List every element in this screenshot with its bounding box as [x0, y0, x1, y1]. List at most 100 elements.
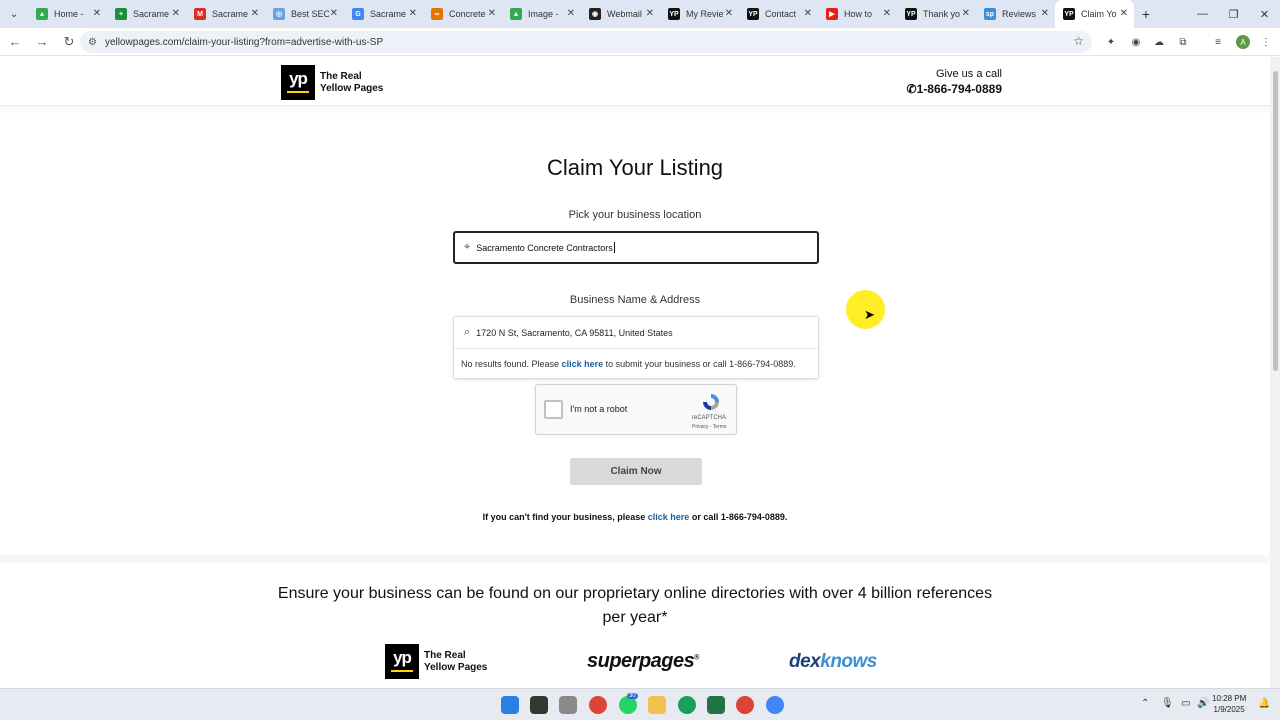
start-icon[interactable]	[501, 696, 519, 714]
browser-tab[interactable]: YP My Revie ✕	[660, 0, 739, 28]
site-info-icon[interactable]: ⚙	[88, 37, 97, 48]
close-icon[interactable]: ✕	[725, 8, 733, 19]
call-phone[interactable]: ✆1-866-794-0889	[907, 82, 1002, 96]
notification-bell-icon[interactable]: 🔔	[1258, 698, 1270, 709]
close-icon[interactable]: ✕	[646, 8, 654, 19]
tab-label: Thank yo	[923, 9, 961, 19]
site-header: yp The Real Yellow Pages Give us a call …	[0, 57, 1270, 106]
recaptcha-checkbox[interactable]	[544, 400, 563, 419]
browser-tab[interactable]: M Sacrame ✕	[186, 0, 265, 28]
chrome-icon[interactable]	[589, 696, 607, 714]
close-icon[interactable]: ✕	[962, 8, 970, 19]
close-icon[interactable]: ✕	[804, 8, 812, 19]
dexknows-logo: dexknows	[789, 651, 877, 673]
tab-favicon-icon: M	[194, 8, 206, 20]
close-icon[interactable]: ✕	[93, 8, 101, 19]
close-icon[interactable]: ✕	[1120, 8, 1128, 19]
chrome-profile-icon[interactable]	[678, 696, 696, 714]
browser-tab[interactable]: YP Thank yo ✕	[897, 0, 976, 28]
page-scrollbar[interactable]	[1270, 57, 1280, 688]
back-icon[interactable]: ←	[3, 30, 27, 54]
close-icon[interactable]: ✕	[172, 8, 180, 19]
chrome-profile-icon[interactable]	[766, 696, 784, 714]
tray-chevron-icon[interactable]: ⌃	[1141, 698, 1149, 709]
close-icon[interactable]: ✕	[330, 8, 338, 19]
microphone-icon[interactable]: 🎙	[1161, 698, 1174, 709]
restore-icon[interactable]: ❐	[1218, 0, 1249, 28]
extension-icon[interactable]: ◉	[1128, 34, 1144, 50]
volume-icon[interactable]: 🔊	[1197, 698, 1209, 709]
close-icon[interactable]: ✕	[488, 8, 496, 19]
tab-label: How to	[844, 9, 873, 19]
location-label: Pick your business location	[568, 209, 702, 221]
tab-menu-icon[interactable]: ⌄	[0, 0, 28, 28]
excel-icon[interactable]	[707, 696, 725, 714]
browser-tab[interactable]: ▶ How to ✕	[818, 0, 897, 28]
location-input[interactable]: ⌖ Sacramento Concrete Contractors	[453, 231, 819, 264]
reload-icon[interactable]: ↻	[57, 30, 81, 54]
claim-now-button[interactable]: Claim Now	[570, 458, 702, 485]
browser-tab[interactable]: G Sacrame ✕	[344, 0, 423, 28]
location-value: Sacramento Concrete Contractors	[476, 242, 613, 253]
close-icon[interactable]: ✕	[1041, 8, 1049, 19]
chrome-profile-icon[interactable]	[736, 696, 754, 714]
tab-label: Claim Yo	[1081, 9, 1117, 19]
business-label: Business Name & Address	[569, 294, 701, 306]
recaptcha-privacy-terms[interactable]: Privacy - Terms	[692, 424, 726, 430]
whatsapp-badge: 30	[627, 693, 638, 699]
browser-tab[interactable]: YP Claim Yo ✕	[1055, 0, 1134, 28]
tab-label: Sacrame	[212, 9, 249, 19]
browser-tab[interactable]: ▲ Image - ✕	[502, 0, 581, 28]
close-icon[interactable]: ✕	[567, 8, 575, 19]
star-icon[interactable]: ☆	[1073, 34, 1084, 48]
mouse-cursor-icon: ➤	[864, 307, 875, 322]
tab-list: ▲ Home - ✕ + Sacrame ✕ M Sacrame ✕ ◎ Best SEO ✕ G Sa…	[28, 0, 1134, 28]
cant-find-prefix: If you can't find your business, please	[482, 512, 646, 522]
tab-favicon-icon: YP	[668, 8, 680, 20]
close-icon[interactable]: ✕	[409, 8, 417, 19]
text-caret	[613, 242, 615, 253]
browser-tab[interactable]: sp Reviews ✕	[976, 0, 1055, 28]
avatar[interactable]: A	[1236, 35, 1250, 49]
tab-label: Concrete	[449, 9, 486, 19]
forward-icon[interactable]: →	[30, 30, 54, 54]
yp-logo2-line2: Yellow Pages	[424, 661, 488, 673]
browser-tab[interactable]: ◎ Best SEO ✕	[265, 0, 344, 28]
submit-business-link[interactable]: click here	[562, 359, 604, 369]
close-icon[interactable]: ✕	[251, 8, 259, 19]
menu-kebab-icon[interactable]: ⋮	[1258, 34, 1274, 50]
browser-tab-strip: ⌄ ▲ Home - ✕ + Sacrame ✕ M Sacrame ✕ ◎ Best SEO ✕ G…	[0, 0, 1280, 28]
address-bar[interactable]: ⚙ yellowpages.com/claim-your-listing?fro…	[80, 31, 1092, 53]
network-icon[interactable]: ▭	[1181, 698, 1190, 709]
close-window-icon[interactable]: ✕	[1249, 0, 1280, 28]
app-icon[interactable]	[530, 696, 548, 714]
browser-tab[interactable]: ▲ Home - ✕	[28, 0, 107, 28]
extension-icon[interactable]: ☁	[1151, 34, 1167, 50]
extension-icon[interactable]: ✦	[1103, 34, 1119, 50]
section-divider	[0, 555, 1270, 563]
tab-label: Sacrame	[370, 9, 407, 19]
minimize-icon[interactable]: —	[1187, 0, 1218, 28]
header-shadow	[0, 106, 1270, 113]
yp-logo[interactable]: yp The Real Yellow Pages	[281, 65, 383, 100]
browser-tab[interactable]: + Sacrame ✕	[107, 0, 186, 28]
close-icon[interactable]: ✕	[883, 8, 891, 19]
browser-tab[interactable]: ◉ Webmail ✕	[581, 0, 660, 28]
media-icon[interactable]: ≡	[1210, 34, 1226, 50]
business-input[interactable]: ⌕ 1720 N St, Sacramento, CA 95811, Unite…	[454, 317, 818, 349]
scrollbar-thumb[interactable]	[1273, 71, 1278, 371]
tab-label: Best SEO	[291, 9, 329, 19]
system-clock[interactable]: 10:28 PM 1/9/2025	[1212, 693, 1246, 715]
extensions-puzzle-icon[interactable]: ⧉	[1175, 34, 1191, 50]
cant-find-link[interactable]: click here	[648, 512, 690, 522]
file-explorer-icon[interactable]	[648, 696, 666, 714]
browser-tab[interactable]: ∞ Concrete ✕	[423, 0, 502, 28]
new-tab-icon[interactable]: +	[1134, 6, 1158, 22]
tab-label: Contact	[765, 9, 797, 19]
promo-text: Ensure your business can be found on our…	[277, 585, 993, 626]
recaptcha-brand: reCAPTCHA	[692, 415, 727, 421]
browser-tab[interactable]: YP Contact ✕	[739, 0, 818, 28]
tab-favicon-icon: ◉	[589, 8, 601, 20]
no-results-message: No results found. Please click here to s…	[454, 349, 818, 379]
app-icon[interactable]	[559, 696, 577, 714]
